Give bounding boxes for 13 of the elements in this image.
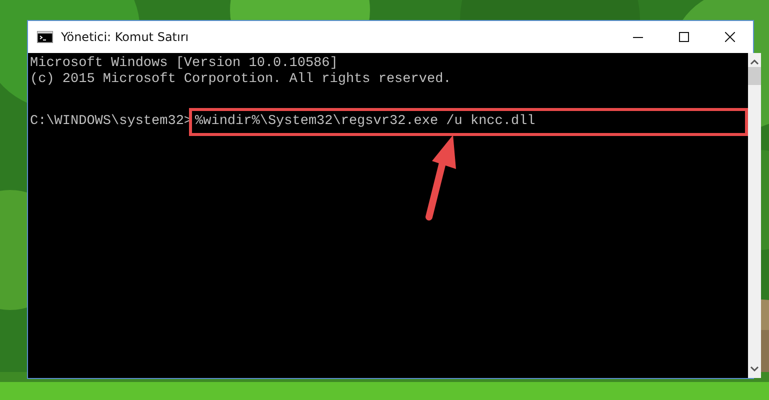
- console-line: Microsoft Windows [Version 10.0.10586]: [30, 56, 339, 72]
- close-icon: [725, 32, 735, 42]
- window-title: Yönetici: Komut Satırı: [61, 30, 190, 44]
- scroll-up-icon: [750, 59, 760, 65]
- scroll-down-icon: [750, 366, 760, 372]
- minimize-icon: [633, 36, 643, 38]
- console-line: (c) 2015 Microsoft Corporotion. All rights reserved.: [30, 72, 452, 88]
- console-icon: [37, 31, 53, 43]
- maximize-icon: [679, 32, 689, 42]
- command-text: %windir%\System32\regsvr32.exe /u kncc.dll: [189, 108, 748, 136]
- arrow-icon: [423, 133, 457, 221]
- scrollbar[interactable]: [748, 53, 762, 378]
- scrollbar-thumb[interactable]: [748, 67, 762, 85]
